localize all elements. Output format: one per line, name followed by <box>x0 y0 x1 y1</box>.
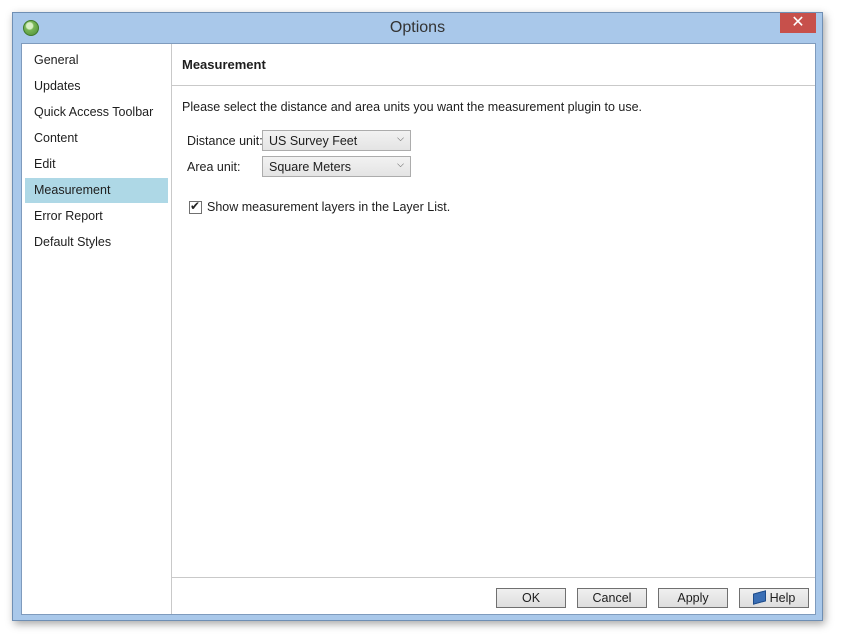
window-title: Options <box>389 19 446 36</box>
sidebar-item-measurement[interactable]: Measurement <box>25 178 168 203</box>
chevron-down-icon: ⌵ <box>397 159 404 169</box>
area-unit-value: Square Meters <box>269 160 351 174</box>
area-unit-label: Area unit: <box>187 160 241 174</box>
header-divider <box>172 85 815 86</box>
sidebar: General Updates Quick Access Toolbar Con… <box>22 44 172 614</box>
options-window: Options ✕ General Updates Quick Access T… <box>12 12 823 621</box>
chevron-down-icon: ⌵ <box>397 133 404 143</box>
apply-button[interactable]: Apply <box>658 588 728 608</box>
ok-button[interactable]: OK <box>496 588 566 608</box>
cancel-button[interactable]: Cancel <box>577 588 647 608</box>
sidebar-item-content[interactable]: Content <box>25 126 168 151</box>
distance-unit-select[interactable]: US Survey Feet ⌵ <box>262 130 411 151</box>
sidebar-item-updates[interactable]: Updates <box>25 74 168 99</box>
sidebar-item-general[interactable]: General <box>25 48 168 73</box>
sidebar-item-default-styles[interactable]: Default Styles <box>25 230 168 255</box>
dialog-body: General Updates Quick Access Toolbar Con… <box>21 43 816 615</box>
area-unit-select[interactable]: Square Meters ⌵ <box>262 156 411 177</box>
distance-unit-label: Distance unit: <box>187 134 263 148</box>
page-title: Measurement <box>182 57 266 72</box>
distance-unit-value: US Survey Feet <box>269 134 358 148</box>
help-button[interactable]: Help <box>739 588 809 608</box>
sidebar-item-error-report[interactable]: Error Report <box>25 204 168 229</box>
footer-divider <box>172 577 815 578</box>
show-layers-label[interactable]: Show measurement layers in the Layer Lis… <box>207 200 450 214</box>
sidebar-item-quick-access-toolbar[interactable]: Quick Access Toolbar <box>25 100 168 125</box>
show-layers-checkbox[interactable]: ✔ <box>189 199 202 214</box>
book-icon <box>752 590 766 605</box>
settings-panel: Measurement Please select the distance a… <box>172 44 815 614</box>
help-button-label: Help <box>769 591 796 605</box>
sidebar-item-edit[interactable]: Edit <box>25 152 168 177</box>
description-text: Please select the distance and area unit… <box>182 100 643 114</box>
close-button[interactable]: ✕ <box>780 13 816 33</box>
title-bar[interactable]: Options ✕ <box>13 13 822 43</box>
checkmark-icon: ✔ <box>190 199 201 213</box>
